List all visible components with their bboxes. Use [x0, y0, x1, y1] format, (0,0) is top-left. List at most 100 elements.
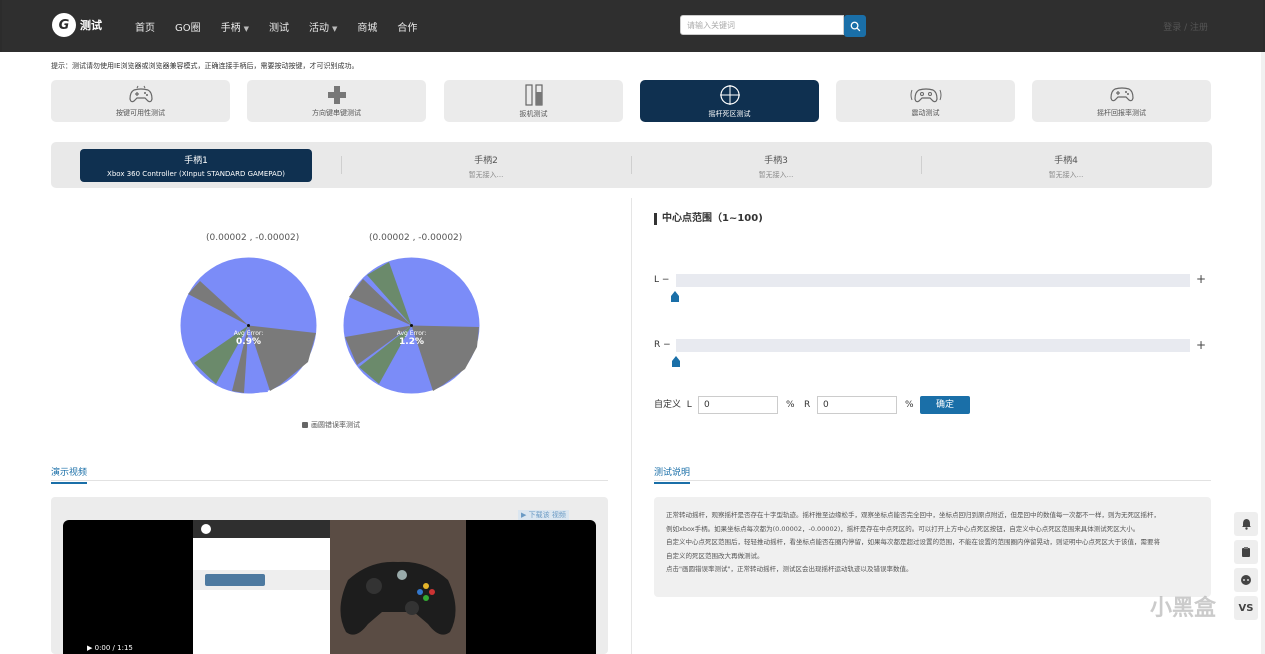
- clipboard-icon: [1242, 547, 1250, 557]
- search-input[interactable]: 请输入关键词: [680, 15, 844, 35]
- chevron-down-icon: ▼: [243, 24, 250, 33]
- description-box: 正常转动摇杆，观察摇杆是否存在十字型轨迹。摇杆推至边缘松手，观察坐标点能否完全回…: [654, 497, 1211, 597]
- section-divider: [654, 480, 1211, 481]
- section-divider: [51, 480, 608, 481]
- right-slider-thumb[interactable]: [671, 356, 681, 368]
- left-stick-error-circle: Avg Error: 0.9%: [180, 257, 317, 394]
- mode-tab-dpad-test[interactable]: 方向键串键测试: [247, 80, 426, 122]
- nav-item-cooperation[interactable]: 合作: [397, 19, 417, 34]
- mode-label: 方向键串键测试: [312, 108, 361, 117]
- nav-item-gamepad[interactable]: 手柄 ▼: [221, 19, 249, 34]
- left-range-label: L −: [654, 275, 670, 285]
- top-navbar: G 测试 首页 GO圈 手柄 ▼ 测试 活动 ▼ 商城 合作 请输入关键词 登录 /…: [0, 0, 1265, 52]
- gamepad-slot-4[interactable]: 手柄4 暂无接入...: [950, 149, 1182, 182]
- divider: [921, 156, 922, 174]
- navbar-inner: G 测试 首页 GO圈 手柄 ▼ 测试 活动 ▼ 商城 合作 请输入关键词 登录 /…: [2, 0, 1263, 52]
- logo-badge: G: [52, 13, 76, 37]
- avg-error-label: Avg Error:: [234, 330, 264, 337]
- right-stick-error-circle: Avg Error: 1.2%: [343, 257, 480, 394]
- mode-tab-polling-rate-test[interactable]: 摇杆回报率测试: [1032, 80, 1211, 122]
- description-line: 正常转动摇杆，观察摇杆是否存在十字型轨迹。摇杆推至边缘松手，观察坐标点能否完全回…: [666, 511, 1160, 519]
- checkbox-checked-icon: [302, 422, 308, 428]
- nav-item-go-circle[interactable]: GO圈: [175, 19, 201, 34]
- watermark-logo: 小黑盒: [1150, 596, 1217, 621]
- demo-video-player[interactable]: ▶ 0:00 / 1:15: [63, 520, 596, 654]
- tip-text: 提示：测试请勿使用IE浏览器或浏览器兼容模式，正确连接手柄后，需要按动按键，才可…: [51, 62, 359, 70]
- description-line: 自定义中心点死区范围后，轻轻推动摇杆，看坐标点能否在圈内停留，如果每次都是超过设…: [666, 538, 1160, 546]
- mode-label: 震动测试: [911, 108, 940, 117]
- chat-button[interactable]: [1234, 568, 1258, 592]
- description-title: 测试说明: [654, 465, 691, 484]
- confirm-button[interactable]: 确定: [920, 396, 970, 414]
- mode-label: 扳机测试: [519, 109, 548, 118]
- gamepad-slot-status: 暂无接入...: [1048, 171, 1084, 179]
- clipboard-button[interactable]: [1234, 540, 1258, 564]
- gamepad-outline-icon: [128, 85, 153, 102]
- dpad-icon: [327, 85, 346, 104]
- circle-error-test-checkbox[interactable]: 画圆错误率测试: [302, 420, 360, 430]
- plus-button[interactable]: +: [1196, 272, 1206, 286]
- left-slider-thumb[interactable]: [670, 291, 680, 303]
- custom-l-label: L: [686, 400, 692, 410]
- gamepad-slot-status: 暂无接入...: [468, 171, 504, 179]
- checkbox-label: 画圆错误率测试: [311, 421, 360, 429]
- description-line: 自定义的死区范围改大再做测试。: [666, 551, 764, 560]
- plus-button[interactable]: +: [1196, 338, 1206, 352]
- minus-button[interactable]: −: [663, 340, 671, 350]
- column-divider: [631, 198, 632, 654]
- divider: [341, 156, 342, 174]
- mode-tab-button-test[interactable]: 按键可用性测试: [51, 80, 230, 122]
- search-button[interactable]: [844, 15, 866, 37]
- avg-error-value: 1.2%: [399, 337, 424, 347]
- search-box: 请输入关键词: [680, 15, 868, 37]
- custom-range-row: 自定义 L: [654, 396, 692, 414]
- mode-label: 摇杆回报率测试: [1097, 108, 1146, 117]
- video-frame-controller-photo: [330, 520, 466, 654]
- logo-text: 测试: [80, 19, 102, 32]
- custom-l-input[interactable]: 0: [698, 396, 778, 414]
- percent-label: %: [786, 400, 795, 410]
- bell-button[interactable]: [1234, 512, 1258, 536]
- vs-icon[interactable]: VS: [1234, 596, 1258, 620]
- gamepad-slot-title: 手柄4: [1054, 156, 1078, 166]
- left-range-slider[interactable]: [676, 274, 1190, 287]
- video-frame-screen: [193, 520, 330, 654]
- right-range-label: R −: [654, 340, 671, 350]
- avg-error-value: 0.9%: [236, 337, 261, 347]
- gamepad-slot-1[interactable]: 手柄1 Xbox 360 Controller (XInput STANDARD…: [80, 149, 312, 182]
- gamepad-slot-3[interactable]: 手柄3 暂无接入...: [660, 149, 892, 182]
- minus-button[interactable]: −: [662, 275, 670, 285]
- nav-item-test[interactable]: 测试: [269, 19, 289, 34]
- gamepad-slot-title: 手柄3: [764, 156, 788, 166]
- site-logo[interactable]: G 测试: [52, 13, 102, 37]
- crosshair-icon: [719, 84, 740, 105]
- play-icon[interactable]: ▶: [87, 644, 95, 652]
- login-register-link[interactable]: 登录 / 注册: [1163, 20, 1208, 33]
- divider: [631, 156, 632, 174]
- gamepad-slot-status: 暂无接入...: [758, 171, 794, 179]
- nav-item-events[interactable]: 活动 ▼: [309, 19, 337, 34]
- mode-tab-deadzone-test[interactable]: 摇杆死区测试: [640, 80, 819, 122]
- right-range-slider[interactable]: [676, 339, 1190, 352]
- mode-tab-trigger-test[interactable]: 扳机测试: [444, 80, 623, 122]
- nav-item-home[interactable]: 首页: [135, 19, 155, 34]
- page-scrollbar[interactable]: [1261, 52, 1265, 654]
- vibration-gamepad-icon: [910, 87, 941, 102]
- video-timecode: ▶ 0:00 / 1:15: [87, 644, 133, 652]
- custom-r-label: R: [804, 400, 811, 410]
- chat-icon: [1241, 575, 1251, 585]
- trigger-bars-icon: [524, 83, 543, 106]
- download-video-hint[interactable]: ▶ 下载该 视频: [518, 510, 569, 520]
- chevron-down-icon: ▼: [332, 24, 338, 33]
- custom-r-input[interactable]: 0: [817, 396, 897, 414]
- custom-label: 自定义: [654, 400, 682, 410]
- gamepad-slot-status: Xbox 360 Controller (XInput STANDARD GAM…: [107, 170, 285, 178]
- percent-label: %: [905, 400, 914, 410]
- gamepad-slot-2[interactable]: 手柄2 暂无接入...: [370, 149, 602, 182]
- test-mode-tabs: 按键可用性测试 方向键串键测试 扳机测试 摇杆死区测试 震动测试 摇杆回报率测试: [51, 80, 1212, 122]
- mode-tab-vibration-test[interactable]: 震动测试: [836, 80, 1015, 122]
- nav-item-shop[interactable]: 商城: [357, 19, 377, 34]
- mode-label: 摇杆死区测试: [708, 109, 751, 118]
- demo-video-title: 演示视频: [51, 465, 88, 484]
- search-icon: [850, 21, 860, 31]
